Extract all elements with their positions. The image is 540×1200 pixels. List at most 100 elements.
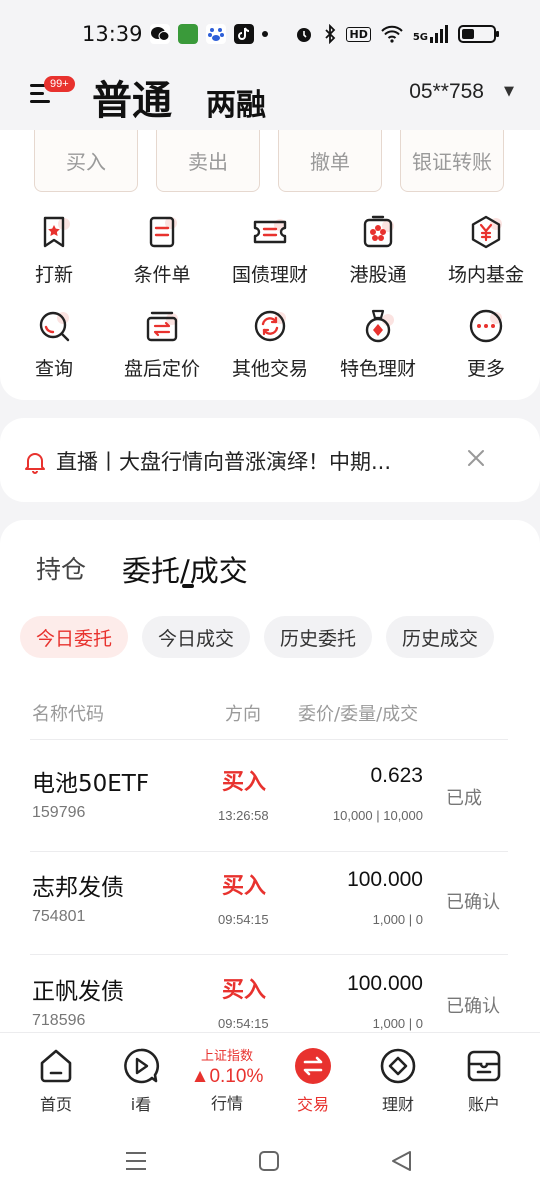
grid-label: 查询 — [34, 358, 73, 380]
tab-positions[interactable]: 持仓 — [36, 550, 86, 586]
column-header-name: 名称代码 — [32, 704, 104, 725]
grid-item-exchange-fund[interactable]: 场内基金 — [432, 212, 540, 306]
quick-actions: 买入 卖出 撤单 银证转账 — [34, 130, 504, 192]
cycle-icon — [254, 310, 286, 342]
hd-icon: HD — [346, 26, 371, 42]
sell-button[interactable]: 卖出 — [156, 130, 260, 192]
function-grid: 打新 条件单 国债理财 港股通 场内基金 查询 盘后定价 其他交易 特色理财 更… — [0, 212, 540, 400]
status-time: 13:39 — [82, 22, 143, 46]
wifi-icon — [381, 25, 403, 43]
order-price: 100.000 — [347, 868, 423, 891]
grid-item-after-hours[interactable]: 盘后定价 — [108, 306, 216, 400]
stock-code: 754801 — [32, 908, 86, 925]
column-header-direction: 方向 — [225, 704, 261, 725]
nav-home[interactable]: 首页 — [13, 1033, 99, 1125]
trade-header: 99+ 普通 两融 05**758 ▼ — [0, 60, 540, 130]
recent-apps-icon[interactable] — [124, 1150, 148, 1172]
grid-item-other-trade[interactable]: 其他交易 — [216, 306, 324, 400]
close-icon[interactable] — [466, 448, 486, 468]
nav-label: i看 — [130, 1095, 152, 1114]
live-notice-banner[interactable]: 直播丨大盘行情向普涨演绎！中期... — [0, 418, 540, 502]
index-change: ▲0.10% — [190, 1066, 264, 1087]
grid-item-treasury[interactable]: 国债理财 — [216, 212, 324, 306]
account-selector[interactable]: 05**758 — [409, 80, 484, 104]
status-app-icons — [150, 24, 268, 44]
stock-code: 159796 — [32, 804, 86, 821]
cancel-order-button[interactable]: 撤单 — [278, 130, 382, 192]
order-direction: 买入 — [222, 874, 267, 899]
nav-label: 首页 — [39, 1095, 72, 1114]
home-button-icon[interactable] — [258, 1150, 280, 1172]
play-icon — [124, 1048, 160, 1084]
grid-item-conditional-order[interactable]: 条件单 — [108, 212, 216, 306]
nav-trade[interactable]: 交易 — [270, 1033, 356, 1125]
nav-wealth[interactable]: 理财 — [355, 1033, 441, 1125]
table-row[interactable]: 正帆发债 718596 买入 09:54:15 100.000 1,000 | … — [0, 956, 540, 1032]
order-time: 13:26:58 — [218, 808, 269, 823]
buy-button[interactable]: 买入 — [34, 130, 138, 192]
chip-today-deals[interactable]: 今日成交 — [142, 616, 251, 658]
grid-label: 其他交易 — [231, 358, 308, 380]
order-status: 已成 — [446, 788, 482, 809]
order-filter-chips: 今日委托 今日成交 历史委托 历史成交 — [20, 616, 495, 658]
exchange-card-icon — [146, 311, 178, 342]
system-nav-bar — [0, 1124, 540, 1200]
nav-label: 行情 — [210, 1094, 243, 1113]
signal-icon: 5G — [413, 25, 448, 43]
grid-item-featured-wealth[interactable]: 特色理财 — [324, 306, 432, 400]
order-quantity: 1,000 | 0 — [372, 912, 423, 927]
stock-name: 电池50ETF — [32, 771, 150, 797]
hk-flower-icon — [363, 215, 394, 248]
order-price: 0.623 — [370, 764, 423, 787]
order-time: 09:54:15 — [218, 912, 269, 927]
battery-icon — [458, 25, 499, 43]
grid-label: 盘后定价 — [123, 358, 200, 380]
nav-watch[interactable]: i看 — [98, 1033, 184, 1125]
bluetooth-icon — [325, 24, 336, 44]
wallet-icon — [467, 1050, 501, 1082]
grid-item-ipo[interactable]: 打新 — [0, 212, 108, 306]
grid-label: 条件单 — [133, 264, 191, 286]
ticket-icon — [253, 219, 287, 244]
order-time: 09:54:15 — [218, 1016, 269, 1031]
tab-normal[interactable]: 普通 — [92, 68, 172, 126]
chip-today-orders[interactable]: 今日委托 — [20, 616, 129, 658]
nav-account[interactable]: 账户 — [441, 1033, 527, 1125]
grid-item-more[interactable]: 更多 — [432, 306, 540, 400]
table-row[interactable]: 电池50ETF 159796 买入 13:26:58 0.623 10,000 … — [0, 748, 540, 852]
chevron-down-icon[interactable]: ▼ — [504, 84, 514, 99]
chip-history-deals[interactable]: 历史成交 — [386, 616, 495, 658]
grid-item-query[interactable]: 查询 — [0, 306, 108, 400]
oppo-app-icon — [178, 24, 198, 44]
chip-history-orders[interactable]: 历史委托 — [264, 616, 373, 658]
trade-actions-card: 买入 卖出 撤单 银证转账 打新 条件单 国债理财 港股通 场内基金 查询 盘后… — [0, 130, 540, 400]
column-header-price: 委价/委量/成交 — [298, 704, 419, 725]
trade-exchange-icon — [295, 1048, 331, 1084]
back-icon[interactable] — [390, 1150, 414, 1172]
grid-label: 港股通 — [349, 264, 407, 286]
diamond-icon — [380, 1048, 416, 1084]
bank-transfer-button[interactable]: 银证转账 — [400, 130, 504, 192]
notification-dot — [262, 31, 268, 37]
more-icon — [469, 309, 503, 343]
order-status: 已确认 — [446, 996, 500, 1017]
nav-label: 交易 — [296, 1095, 329, 1114]
nav-market[interactable]: 上证指数 ▲0.10% 行情 — [184, 1033, 270, 1125]
row-divider — [30, 954, 508, 955]
wechat-icon — [150, 24, 170, 44]
stock-code: 718596 — [32, 1012, 86, 1029]
header-divider — [30, 739, 508, 740]
search-icon — [39, 311, 70, 342]
notice-text[interactable]: 直播丨大盘行情向普涨演绎！中期... — [56, 446, 436, 476]
grid-item-hk-connect[interactable]: 港股通 — [324, 212, 432, 306]
stock-name: 志邦发债 — [32, 875, 124, 901]
table-row[interactable]: 志邦发债 754801 买入 09:54:15 100.000 1,000 | … — [0, 852, 540, 956]
bookmark-star-icon — [43, 216, 70, 248]
stock-name: 正帆发债 — [32, 979, 124, 1005]
nav-label: 账户 — [467, 1095, 500, 1114]
bell-icon — [25, 453, 45, 474]
order-status: 已确认 — [446, 892, 500, 913]
grid-label: 打新 — [34, 264, 73, 286]
tab-indicator — [182, 584, 194, 588]
tab-margin[interactable]: 两融 — [206, 80, 266, 124]
